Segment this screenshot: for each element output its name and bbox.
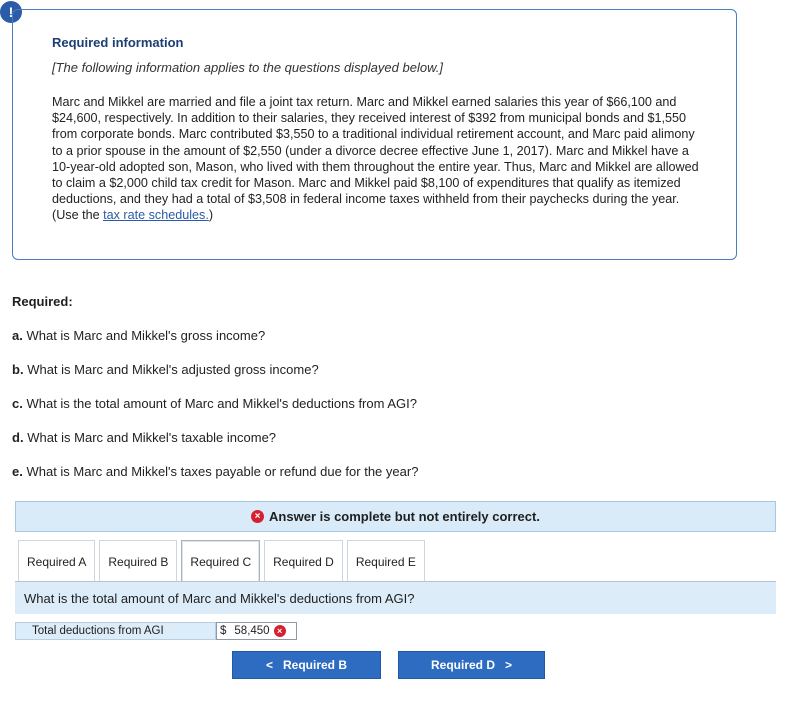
answer-status-text: Answer is complete but not entirely corr… [269,509,540,524]
question-b: b. What is Marc and Mikkel's adjusted gr… [12,362,319,377]
tab-required-c[interactable]: Required C [181,540,261,582]
next-button-label: Required D [430,658,495,672]
question-letter: a. [12,328,23,343]
question-d: d. What is Marc and Mikkel's taxable inc… [12,430,276,445]
tab-required-a[interactable]: Required A [18,540,96,582]
question-text: What is Marc and Mikkel's taxable income… [27,430,277,445]
info-body-end: ) [208,208,214,223]
tab-required-d[interactable]: Required D [264,540,343,582]
info-body: Marc and Mikkel are married and file a j… [52,94,702,224]
answer-status-bar: × Answer is complete but not entirely co… [15,501,776,532]
info-body-text: Marc and Mikkel are married and file a j… [52,95,699,223]
tax-rate-schedules-link[interactable]: tax rate schedules. [103,208,209,222]
question-text: What is Marc and Mikkel's adjusted gross… [27,362,319,377]
answer-row-label: Total deductions from AGI [15,622,216,640]
info-title: Required information [52,35,184,50]
tab-required-e[interactable]: Required E [346,540,425,582]
question-text: What is Marc and Mikkel's taxes payable … [26,464,419,479]
currency-symbol: $ [220,625,227,637]
question-letter: b. [12,362,24,377]
error-x-icon: × [251,510,265,523]
question-e: e. What is Marc and Mikkel's taxes payab… [12,464,418,479]
active-question: What is the total amount of Marc and Mik… [15,582,776,614]
info-note: [The following information applies to th… [52,60,443,75]
prev-button-label: Required B [283,658,348,672]
chevron-right-icon: > [505,658,513,672]
next-required-button[interactable]: Required D > [398,651,545,679]
question-c: c. What is the total amount of Marc and … [12,396,417,411]
chevron-left-icon: < [265,658,273,672]
answer-input[interactable]: $ 58,450 × [216,622,297,640]
required-information-box: Required information [The following info… [12,9,737,260]
question-letter: e. [12,464,23,479]
required-heading: Required: [12,294,73,309]
incorrect-x-icon: × [273,625,286,637]
question-a: a. What is Marc and Mikkel's gross incom… [12,328,265,343]
question-text: What is the total amount of Marc and Mik… [26,396,417,411]
tab-required-b[interactable]: Required B [99,540,178,582]
required-tabs: Required A Required B Required C Require… [18,540,425,582]
prev-required-button[interactable]: < Required B [232,651,381,679]
question-letter: c. [12,396,23,411]
question-letter: d. [12,430,24,445]
answer-value: 58,450 [234,625,270,637]
question-text: What is Marc and Mikkel's gross income? [26,328,266,343]
